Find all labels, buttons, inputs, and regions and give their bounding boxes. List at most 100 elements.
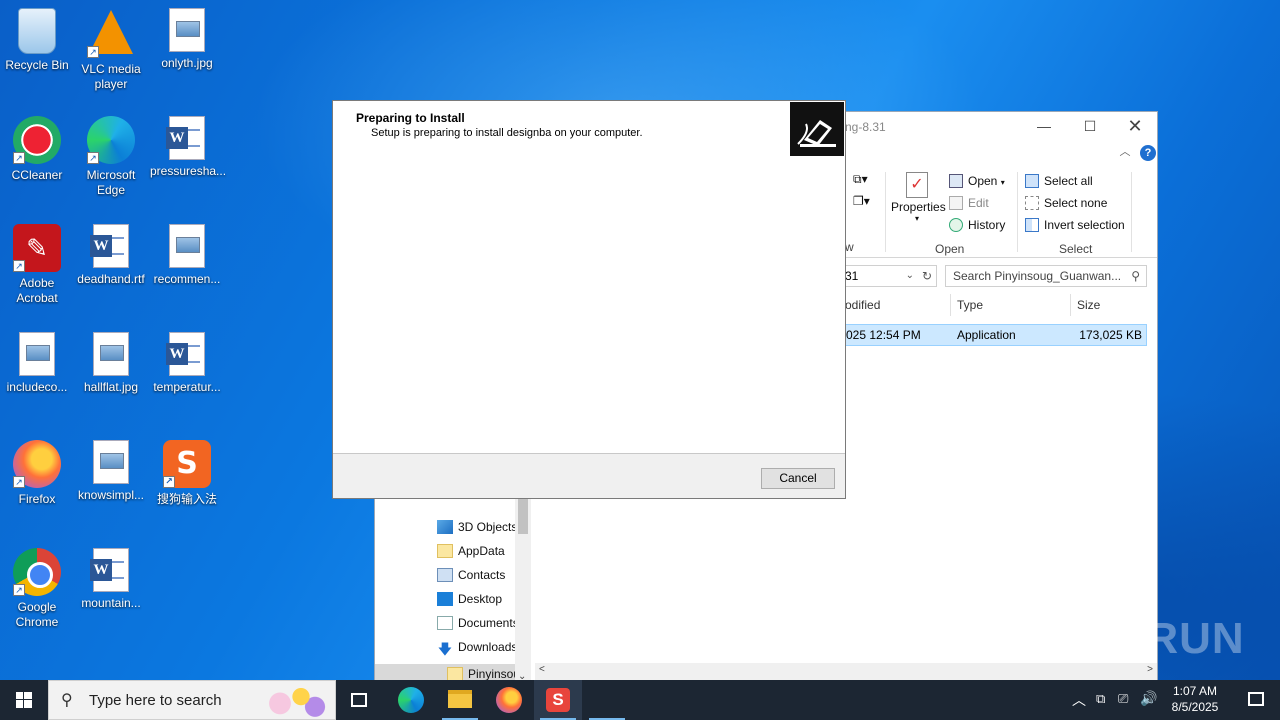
desktop-icon-vlc[interactable]: ↗ VLC media player [74,8,148,92]
refresh-icon[interactable]: ↻ [922,266,932,286]
taskbar-firefox[interactable] [485,680,533,720]
start-button[interactable] [0,680,48,720]
taskbar-installer-window[interactable] [583,680,631,720]
desktop-icon-knowsimpl[interactable]: knowsimpl... [74,440,148,503]
nav-item-appdata[interactable]: AppData [437,544,515,558]
properties-button[interactable]: ✓ Properties ▾ [891,172,946,223]
nav-item-documents[interactable]: Documents [437,616,515,630]
properties-icon: ✓ [906,172,928,198]
taskbar-file-explorer[interactable] [436,680,484,720]
desktop-icon-includeco[interactable]: includeco... [0,332,74,395]
folder-icon [447,667,463,681]
edit-icon [949,196,963,210]
column-header-modified[interactable]: odified [845,298,880,312]
history-label: History [968,218,1006,232]
desktop-icon-onlyth[interactable]: onlyth.jpg [150,8,224,71]
maximize-button[interactable]: ☐ [1075,116,1105,136]
desktop-icon-edge[interactable]: ↗ Microsoft Edge [74,116,148,198]
edit-button[interactable]: Edit [949,196,989,210]
nav-item-downloads[interactable]: 🡇 Downloads [437,640,515,656]
copy-path-icon[interactable]: ⧉▾ [853,172,868,187]
invert-selection-button[interactable]: Invert selection [1025,218,1125,232]
taskbar-sogou-installer[interactable]: S [534,680,582,720]
word-document-icon: W [90,548,129,592]
desktop-icon-acrobat[interactable]: ✎ ↗ Adobe Acrobat [0,224,74,306]
desktop-icon-sogou[interactable]: S ↗ 搜狗输入法 [150,440,224,507]
taskbar-edge[interactable] [387,680,435,720]
paste-shortcut-icon[interactable]: ❐▾ [853,194,870,208]
chevron-left-icon[interactable]: < [539,664,545,675]
desktop-icon-firefox[interactable]: ↗ Firefox [0,440,74,507]
desktop-icon-mountain[interactable]: W mountain... [74,548,148,611]
column-header-size[interactable]: Size [1077,298,1100,312]
desktop-icon-deadhand[interactable]: W deadhand.rtf [74,224,148,287]
select-all-button[interactable]: Select all [1025,174,1093,188]
file-modified: 025 12:54 PM [846,328,921,342]
nav-item-desktop[interactable]: Desktop [437,592,515,606]
collapse-ribbon-icon[interactable]: ︿ [1110,142,1140,162]
desktop-icon-hallflat[interactable]: hallflat.jpg [74,332,148,395]
folder-icon [448,690,472,708]
ribbon-group-open: Open [935,242,965,256]
edge-icon [398,687,424,713]
network-icon[interactable]: ⎚ [1118,691,1128,707]
setup-title: Preparing to Install [356,111,465,125]
chevron-right-icon[interactable]: > [1147,664,1153,675]
select-all-icon [1025,174,1039,188]
ribbon-group-label: w [845,240,854,254]
cancel-button[interactable]: Cancel [761,468,835,489]
file-row[interactable]: 025 12:54 PM Application 173,025 KB [845,324,1147,346]
device-icon[interactable]: ⧉ [1096,691,1105,707]
chevron-up-icon[interactable]: ︿ [1072,690,1086,710]
scrollbar-thumb[interactable] [518,496,528,534]
horizontal-scrollbar[interactable]: < > [535,663,1157,680]
desktop-icon-recycle-bin[interactable]: Recycle Bin [0,8,74,73]
nav-item-label: AppData [458,544,505,558]
task-view-button[interactable] [336,680,384,720]
chevron-down-icon[interactable]: ⌄ [906,266,914,286]
minimize-button[interactable]: — [1029,116,1059,136]
invert-selection-icon [1025,218,1039,232]
folder-icon [437,544,453,558]
file-type: Application [957,328,1016,342]
desktop-icon-label: deadhand.rtf [77,272,145,286]
volume-icon[interactable]: 🔊 [1140,690,1157,707]
ccleaner-icon: ↗ [13,116,61,164]
nav-item-contacts[interactable]: Contacts [437,568,515,582]
setup-subtitle: Setup is preparing to install designba o… [371,127,643,139]
sogou-icon: S ↗ [163,440,211,488]
search-icon: ⚲ [1131,269,1140,283]
nav-item-3d-objects[interactable]: 3D Objects [437,520,515,534]
search-input[interactable]: Search Pinyinsoug_Guanwan... ⚲ [945,265,1147,287]
installer-logo-icon [790,102,844,156]
taskbar-search-box[interactable]: ⚲ Type here to search [48,680,336,720]
close-button[interactable]: ✕ [1120,116,1150,136]
help-icon[interactable]: ? [1140,145,1156,161]
open-button[interactable]: Open ▾ [949,174,1005,188]
notification-icon [1248,692,1264,706]
desktop-icon-label: Adobe Acrobat [16,276,58,305]
column-header-type[interactable]: Type [957,298,983,312]
clock-date: 8/5/2025 [1171,700,1219,714]
desktop-icon-temperatur[interactable]: W temperatur... [150,332,224,395]
desktop-icon-ccleaner[interactable]: ↗ CCleaner [0,116,74,183]
address-bar[interactable]: 31 ⌄ ↻ [845,265,937,287]
task-view-icon [351,693,367,707]
ribbon: ⧉▾ ❐▾ w ✓ Properties ▾ Open ▾ Edit Histo… [845,168,1157,258]
desktop-icon-pressuresha[interactable]: W pressuresha... [150,116,226,179]
nav-scrollbar[interactable]: ⌄ [515,482,531,682]
history-button[interactable]: History [949,218,1005,232]
desktop-icon-label: Firefox [18,492,56,506]
word-document-icon: W [166,332,205,376]
clock-time: 1:07 AM [1172,684,1218,698]
download-arrow-icon: 🡇 [437,641,453,656]
notifications-button[interactable] [1232,680,1280,720]
properties-label: Properties [891,200,946,214]
select-none-button[interactable]: Select none [1025,196,1107,210]
setup-dialog[interactable]: Preparing to Install Setup is preparing … [332,100,846,499]
desktop-icon-recommen[interactable]: recommen... [150,224,224,287]
recycle-bin-icon [18,8,56,54]
image-file-icon [93,440,129,484]
taskbar-clock[interactable]: 1:07 AM 8/5/2025 [1158,683,1232,715]
desktop-icon-chrome[interactable]: ↗ Google Chrome [0,548,74,630]
